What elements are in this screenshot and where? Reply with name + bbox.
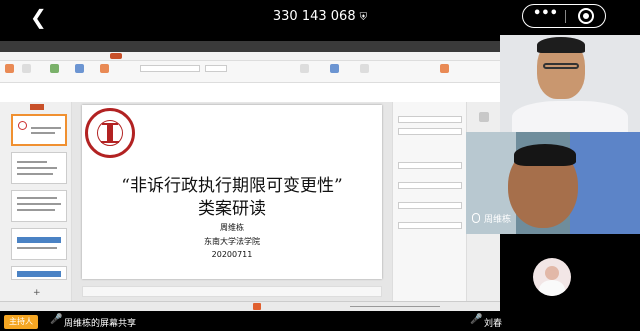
- tab-slides: [30, 104, 44, 110]
- host-badge: 主持人: [4, 315, 38, 329]
- slide-affiliation: 东南大学法学院: [204, 237, 260, 246]
- university-seal-icon: [85, 108, 135, 158]
- close-icon[interactable]: [578, 8, 594, 24]
- mic-icon: [472, 213, 480, 223]
- camera-tile-1[interactable]: [500, 35, 640, 132]
- property-row-6: [398, 222, 462, 229]
- slide-author: 周维栋: [220, 223, 244, 232]
- ppt-statusbar: [0, 301, 500, 311]
- slide-thumb-2: [11, 152, 67, 184]
- find-icon: [440, 64, 449, 73]
- slide-title-line1: “非诉行政执行期限可变更性”: [121, 176, 343, 196]
- bottom-bar: 主持人 🎤 周维栋的屏幕共享 🎤 刘春: [0, 313, 640, 331]
- camera-tile-speaker[interactable]: 周维栋: [466, 132, 640, 234]
- screen-share-view: + “非诉行政执行期限可变更性” 类案研读 周维栋 东南大学法学院 202007…: [0, 41, 500, 311]
- glasses: [543, 63, 579, 69]
- mini-program-capsule: •••: [522, 4, 606, 28]
- ppt-ribbon: [0, 61, 500, 83]
- slide-thumb-1: [11, 114, 67, 146]
- property-row-1: [398, 116, 462, 123]
- menu-start-tab: [110, 53, 122, 59]
- property-panel: [392, 102, 466, 310]
- font-combo: [140, 65, 200, 72]
- capsule-divider: [565, 10, 566, 23]
- slide-title-line2: 类案研读: [198, 199, 266, 219]
- slideshow-icon: [253, 303, 261, 310]
- active-speaker-name: 刘春: [484, 319, 503, 329]
- property-row-5: [398, 202, 462, 209]
- slide-thumbnail-panel: +: [0, 102, 72, 310]
- size-combo: [205, 65, 227, 72]
- participant-avatar[interactable]: [533, 258, 571, 296]
- slide-date: 20200711: [211, 250, 253, 259]
- shield-icon: ⛨: [359, 12, 368, 23]
- more-icon[interactable]: •••: [533, 6, 558, 21]
- meeting-screen: ❮ 330 143 068 ⛨ ••• + “非诉行政执行期限可变更性” 类案研…: [0, 0, 640, 331]
- ppt-menubar: [0, 52, 500, 61]
- new-slide-icon: [100, 64, 109, 73]
- slide-thumb-5: [11, 266, 67, 280]
- property-row-2: [398, 128, 462, 135]
- mic-icon: 🎤: [50, 314, 63, 325]
- notes-pane: [82, 286, 382, 297]
- screen-share-label: 周维栋的屏幕共享: [64, 319, 137, 329]
- slide-thumb-3: [11, 190, 67, 222]
- slide-canvas: “非诉行政执行期限可变更性” 类案研读 周维栋 东南大学法学院 20200711: [82, 105, 382, 279]
- paste-icon: [5, 64, 14, 73]
- participant-body: [512, 101, 628, 132]
- picture-icon: [360, 64, 369, 73]
- meeting-id: 330 143 068: [272, 9, 356, 24]
- shape-icon: [330, 64, 339, 73]
- slide-workspace: “非诉行政执行期限可变更性” 类案研读 周维栋 东南大学法学院 20200711: [72, 102, 392, 310]
- add-slide-icon: +: [33, 288, 41, 298]
- play-icon: [75, 64, 84, 73]
- top-bar: ❮ 330 143 068 ⛨ •••: [0, 0, 640, 34]
- cut-icon: [22, 64, 31, 73]
- ppt-titlebar: [0, 41, 500, 52]
- slide-thumb-4: [11, 228, 67, 260]
- speaker-name-label: 周维栋: [484, 215, 512, 225]
- format-icon: [50, 64, 59, 73]
- property-row-3: [398, 162, 462, 169]
- property-row-4: [398, 182, 462, 189]
- speaker-mic-icon: 🎤: [470, 314, 483, 325]
- textbox-icon: [300, 64, 309, 73]
- panel-tabs: [0, 102, 71, 112]
- zoom-slider: [350, 306, 440, 307]
